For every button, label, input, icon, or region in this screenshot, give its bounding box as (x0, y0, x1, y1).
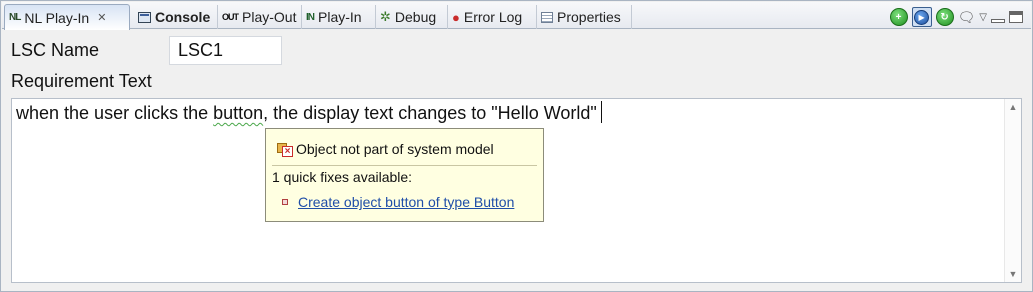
bug-icon: ✲ (380, 9, 391, 24)
quick-fix-count: 1 quick fixes available: (272, 169, 413, 185)
tab-play-in[interactable]: IN Play-In (302, 5, 376, 29)
problem-row: Object not part of system model (277, 141, 494, 157)
divider (272, 165, 537, 166)
problem-text: Object not part of system model (296, 141, 494, 157)
quick-fix-link[interactable]: Create object button of type Button (298, 194, 514, 210)
unknown-object-word: button (213, 103, 264, 123)
scroll-up-icon[interactable]: ▲ (1005, 99, 1021, 115)
tab-label: Properties (557, 9, 621, 25)
nl-icon: NL (9, 12, 21, 23)
text-segment: , the display text changes to "Hello Wor… (263, 103, 597, 123)
tab-label: NL Play-In (24, 9, 90, 26)
close-icon[interactable]: ✕ (97, 11, 106, 24)
view-toolbar: + ▶ ↻ 🗨 ▽ (889, 7, 1023, 27)
scroll-down-icon[interactable]: ▼ (1005, 266, 1021, 282)
tab-play-out[interactable]: OUT Play-Out (218, 5, 302, 29)
tab-error-log[interactable]: ● Error Log (448, 5, 537, 29)
tab-debug[interactable]: ✲ Debug (376, 5, 448, 29)
requirement-text: when the user clicks the button, the dis… (16, 101, 602, 124)
tab-properties[interactable]: Properties (537, 5, 632, 29)
nl-play-in-view: NL NL Play-In ✕ Console OUT Play-Out IN … (0, 0, 1033, 292)
tab-label: Play-Out (242, 9, 297, 25)
tab-nl-play-in[interactable]: NL NL Play-In ✕ (4, 4, 130, 30)
speech-bubble-icon[interactable]: 🗨 (958, 9, 976, 26)
lsc-name-label: LSC Name (11, 40, 100, 60)
requirement-text-label: Requirement Text (11, 71, 152, 91)
tab-label: Error Log (463, 9, 523, 25)
text-segment: when the user clicks the (16, 103, 214, 123)
properties-icon (541, 11, 553, 23)
add-green-icon[interactable]: + (889, 8, 908, 26)
console-icon (138, 11, 151, 23)
problem-icon (277, 142, 293, 157)
quick-fix-row[interactable]: Create object button of type Button (282, 194, 514, 210)
in-icon: IN (306, 11, 315, 23)
text-caret (600, 101, 602, 123)
fix-bullet-icon (282, 199, 288, 205)
tab-label: Debug (394, 9, 437, 25)
play-blue-icon: ▶ (914, 9, 930, 25)
vertical-scrollbar[interactable]: ▲ ▼ (1004, 99, 1021, 282)
play-blue-button[interactable]: ▶ (911, 7, 932, 27)
minimize-icon[interactable] (991, 19, 1005, 23)
error-log-icon: ● (452, 9, 460, 25)
out-icon: OUT (222, 12, 239, 22)
maximize-icon[interactable] (1009, 11, 1023, 23)
lsc-name-input[interactable]: LSC1 (169, 36, 282, 65)
refresh-green-icon[interactable]: ↻ (935, 8, 954, 26)
quick-fix-popup: Object not part of system model 1 quick … (265, 128, 544, 222)
tab-console[interactable]: Console (134, 5, 218, 29)
tab-label: Play-In (318, 9, 362, 25)
view-tab-bar: NL NL Play-In ✕ Console OUT Play-Out IN … (2, 2, 1031, 30)
view-menu-icon[interactable]: ▽ (979, 12, 987, 23)
tab-label: Console (155, 9, 211, 25)
